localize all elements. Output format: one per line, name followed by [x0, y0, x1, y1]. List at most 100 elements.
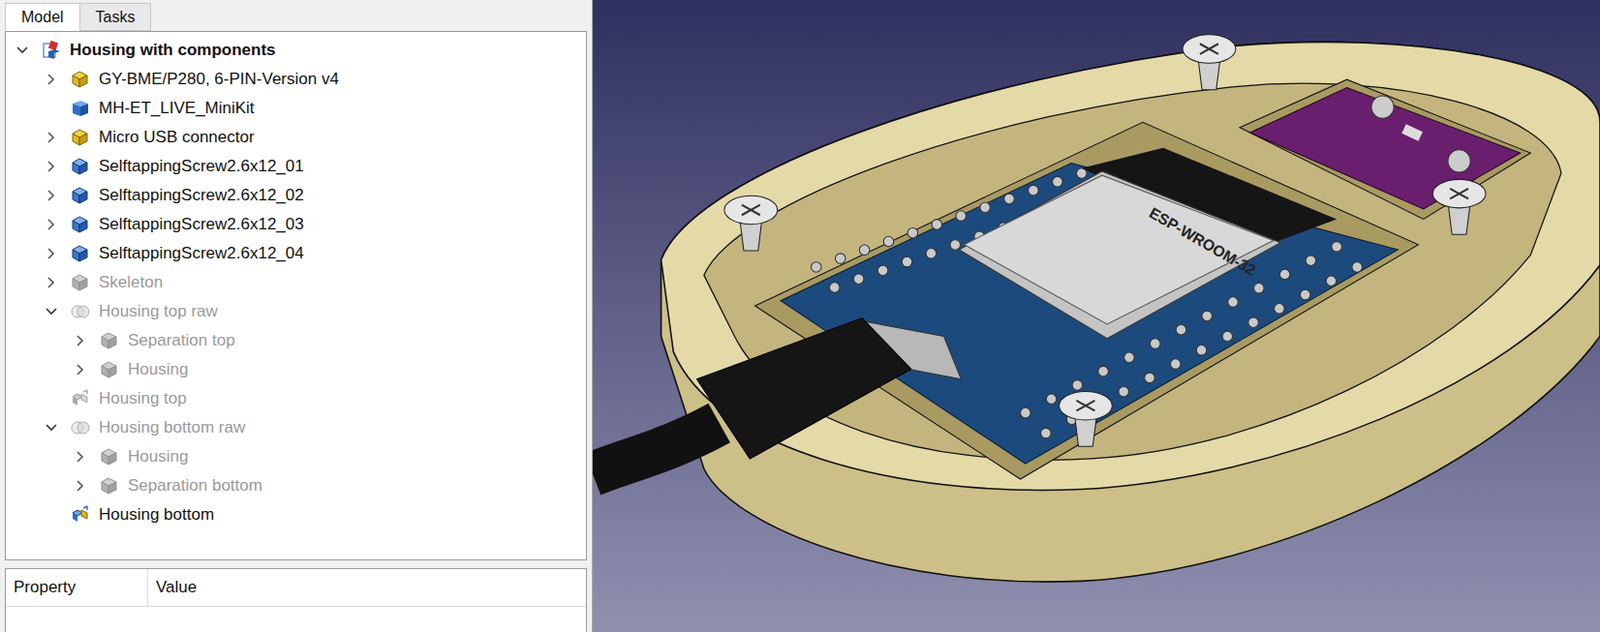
tree-item-label: Housing bottom raw	[98, 418, 246, 438]
document-icon	[40, 39, 62, 62]
usb-plug	[696, 318, 911, 460]
expand-icon[interactable]	[44, 130, 64, 145]
tree-item-label: Micro USB connector	[98, 127, 255, 148]
body-icon	[69, 184, 92, 207]
pin-hole	[1149, 338, 1161, 350]
tree-item-label: SelftappingScrew2.6x12_01	[98, 156, 305, 177]
sensor-mount-hole	[1371, 95, 1394, 119]
tree-item[interactable]: Housing top raw	[5, 297, 586, 327]
expand-icon[interactable]	[44, 305, 64, 319]
pin-hole	[1222, 331, 1233, 342]
pin-hole	[1028, 184, 1040, 196]
pin-hole	[901, 256, 913, 268]
chip-label: ESP-WROOM-32	[1146, 204, 1260, 279]
tree-item-label: Housing	[127, 447, 188, 467]
pin-hole	[931, 219, 943, 231]
property-panel: PropertyValue	[4, 568, 587, 632]
pin-hole	[1004, 193, 1016, 205]
body-icon	[98, 330, 121, 352]
pin-hole	[834, 253, 846, 265]
expand-icon[interactable]	[44, 276, 64, 290]
expand-icon[interactable]	[15, 43, 35, 58]
tree-item[interactable]: Skeleton	[5, 268, 586, 298]
tab[interactable]: Tasks	[79, 2, 153, 31]
expand-icon[interactable]	[44, 392, 64, 406]
pin-hole	[950, 240, 961, 251]
expand-icon[interactable]	[44, 246, 64, 261]
expand-icon[interactable]	[73, 479, 93, 493]
tree-item[interactable]: Housing bottom raw	[5, 413, 586, 443]
tree-item[interactable]: Housing	[5, 355, 586, 385]
expand-icon[interactable]	[73, 334, 93, 348]
sensor-chip	[1401, 123, 1423, 142]
body-icon	[98, 475, 121, 497]
tree-item[interactable]: SelftappingScrew2.6x12_02	[5, 181, 586, 211]
tree-item[interactable]: Housing with components	[5, 35, 586, 65]
expand-icon[interactable]	[73, 363, 93, 377]
housing-model-render[interactable]: ESP-WROOM-32	[592, 0, 1600, 632]
tree-item[interactable]: Separation top	[5, 326, 586, 356]
tree-item[interactable]: SelftappingScrew2.6x12_01	[5, 152, 586, 182]
expand-icon[interactable]	[44, 188, 64, 203]
tree-item[interactable]: Micro USB connector	[5, 123, 586, 153]
column-header[interactable]: Property	[5, 569, 149, 607]
expand-icon[interactable]	[44, 508, 64, 523]
expand-icon[interactable]	[44, 217, 64, 232]
screw	[1432, 179, 1486, 235]
pin-hole	[1274, 304, 1286, 315]
tree-item[interactable]: Separation bottom	[5, 471, 586, 501]
pin-hole	[1052, 177, 1064, 188]
screw	[1182, 34, 1236, 91]
tree-item[interactable]: SelftappingScrew2.6x12_04	[5, 239, 586, 269]
tree-item[interactable]: MH-ET_LIVE_MiniKit	[5, 93, 586, 124]
tree-item-label: SelftappingScrew2.6x12_04	[98, 244, 305, 264]
tree-item[interactable]: Housing bottom	[5, 500, 586, 530]
pin-hole	[1124, 352, 1136, 364]
expand-icon[interactable]	[44, 421, 64, 435]
body-icon	[69, 243, 92, 265]
pin-hole	[955, 211, 967, 222]
body-icon	[69, 155, 92, 178]
expand-icon[interactable]	[44, 101, 64, 116]
sensor-mount-hole	[1447, 150, 1471, 173]
housing-rim	[661, 41, 1600, 491]
tree-item-label: Housing top raw	[98, 302, 218, 322]
model-tree: Housing with components GY-BME/P280, 6-PI…	[4, 30, 587, 561]
tree-item[interactable]: GY-BME/P280, 6-PIN-Version v4	[5, 64, 586, 94]
pin-hole	[883, 236, 894, 247]
expand-icon[interactable]	[73, 450, 93, 464]
property-header: PropertyValue	[5, 569, 586, 608]
pin-hole	[829, 282, 840, 294]
pin-hole	[1144, 372, 1156, 384]
expand-icon[interactable]	[44, 159, 64, 174]
tree-item-label: Housing with components	[69, 40, 277, 61]
refine-icon	[69, 504, 92, 526]
tab[interactable]: Model	[4, 2, 81, 31]
pin-hole	[1325, 276, 1337, 287]
boolean-icon	[69, 301, 92, 323]
column-header[interactable]: Value	[148, 569, 205, 607]
tree-item-label: SelftappingScrew2.6x12_03	[98, 215, 305, 235]
chip-shield-top	[964, 175, 1274, 325]
tree-item-label: MH-ET_LIVE_MiniKit	[98, 98, 255, 119]
usb-cable	[592, 423, 720, 475]
tree-item[interactable]: SelftappingScrew2.6x12_03	[5, 210, 586, 240]
pin-hole	[1254, 283, 1265, 295]
tree-item-label: Separation top	[127, 331, 236, 351]
tree-item-label: SelftappingScrew2.6x12_02	[98, 185, 305, 206]
part-icon	[69, 68, 92, 91]
pin-hole	[1175, 324, 1187, 336]
tree-item[interactable]: Housing	[5, 442, 586, 472]
expand-icon[interactable]	[44, 72, 64, 87]
housing-wall	[661, 41, 1600, 583]
pin-hole	[925, 248, 937, 260]
body-icon	[98, 359, 121, 381]
3d-viewport[interactable]: ESP-WROOM-32	[592, 0, 1600, 632]
pin-hole	[1299, 289, 1311, 301]
pin-hole	[1019, 407, 1031, 419]
tree-item-label: Skeleton	[98, 273, 163, 293]
pin-hole	[1201, 310, 1213, 322]
pin-hole	[1169, 359, 1181, 370]
tree-item[interactable]: Housing top	[5, 384, 586, 414]
pin-hole	[1279, 269, 1291, 280]
